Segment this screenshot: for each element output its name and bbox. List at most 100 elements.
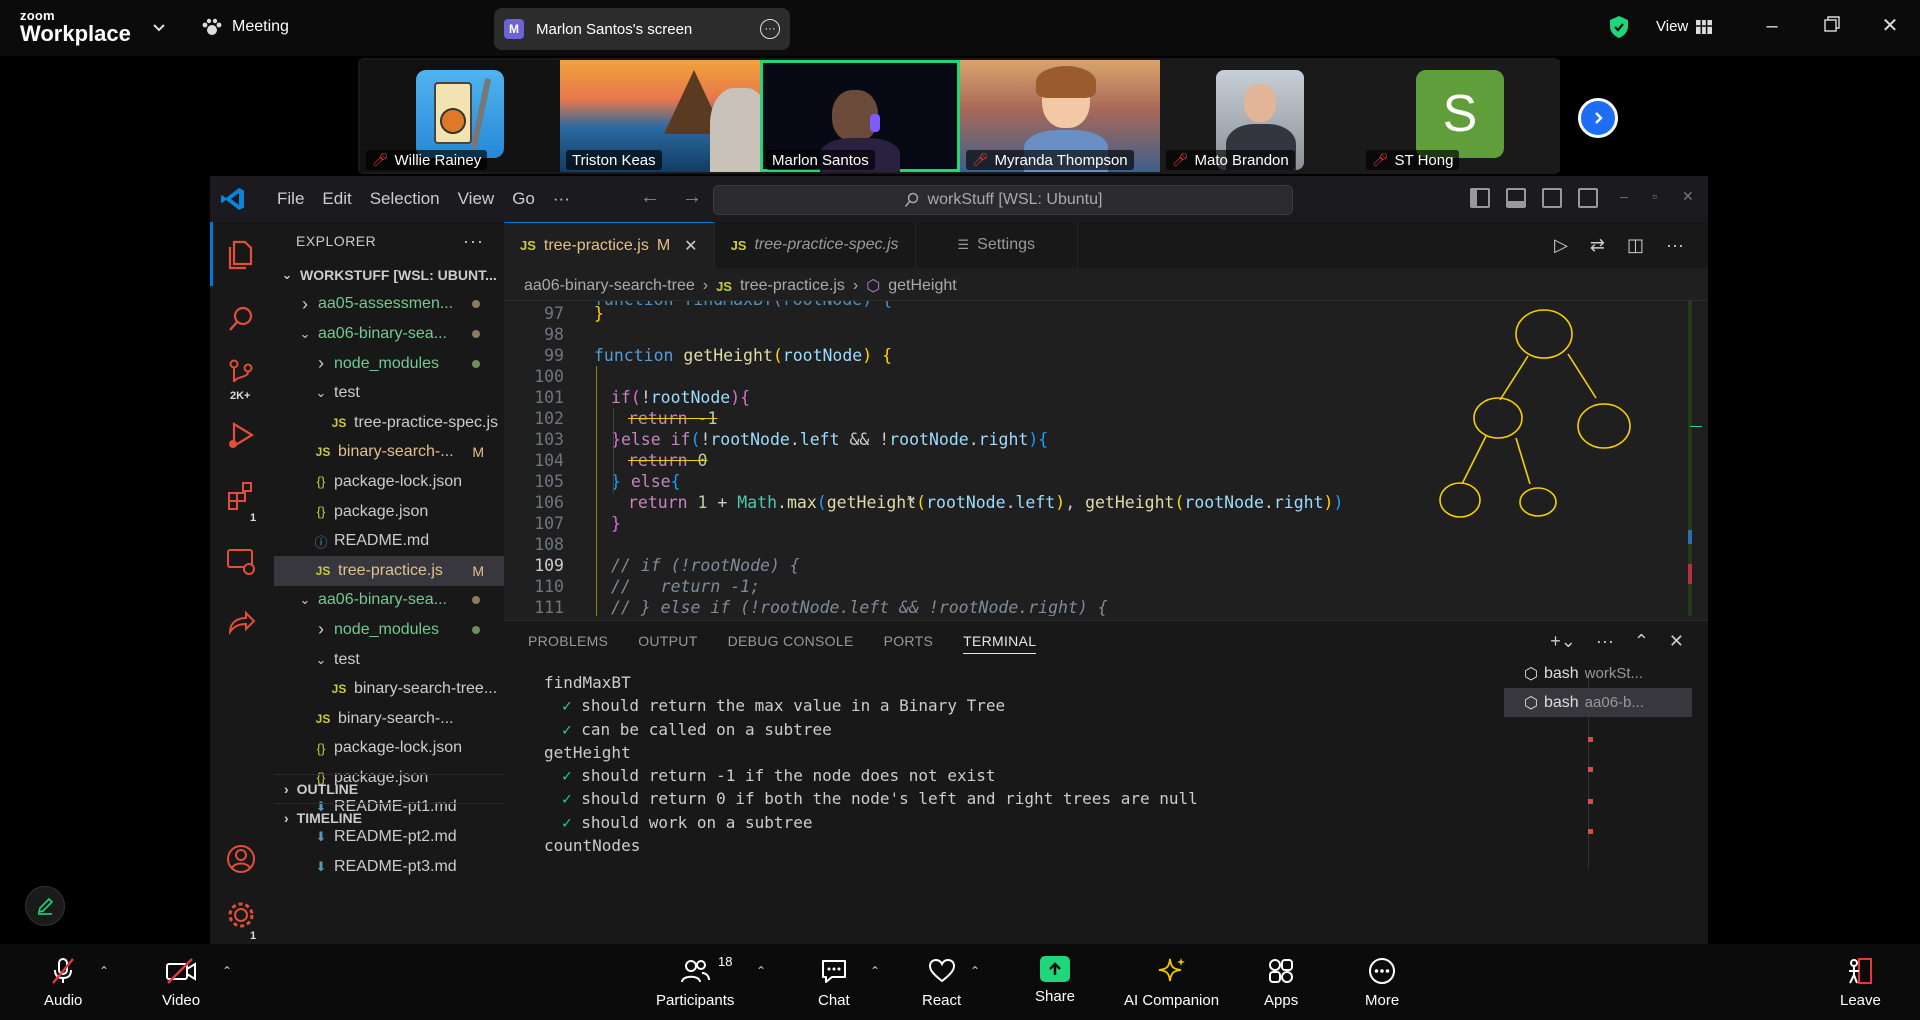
audio-button[interactable]: Audio <box>44 956 82 1009</box>
tab-output[interactable]: OUTPUT <box>638 633 697 654</box>
participant-tile[interactable]: 🎤︎ Myranda Thompson <box>960 60 1160 172</box>
forward-arrow-icon[interactable]: → <box>682 186 702 209</box>
minimize-icon[interactable]: – <box>1762 16 1782 36</box>
menu-edit[interactable]: Edit <box>313 189 360 209</box>
more-options-icon[interactable]: ··· <box>760 19 780 39</box>
code-editor[interactable]: function findMaxBT(rootNode) { 979899100… <box>504 300 1708 616</box>
terminal-output[interactable]: findMaxBT ✓ should return the max value i… <box>544 671 1198 857</box>
tab-terminal[interactable]: TERMINAL <box>963 633 1037 654</box>
apps-button[interactable]: Apps <box>1264 956 1298 1009</box>
vscode-minimize-icon[interactable]: – <box>1620 188 1628 204</box>
explorer-item[interactable]: ⌄ aa06-binary-sea... <box>274 319 504 349</box>
meeting-menu[interactable]: Meeting <box>202 18 289 36</box>
workspace-root[interactable]: ⌄ WORKSTUFF [WSL: UBUNT... <box>274 260 504 290</box>
explorer-item[interactable]: › node_modules <box>274 349 504 379</box>
breadcrumb-symbol[interactable]: getHeight <box>888 277 957 295</box>
explorer-item[interactable]: JS binary-search-... <box>274 704 504 734</box>
split-editor-icon[interactable]: ◫ <box>1627 235 1644 256</box>
panel-more-icon[interactable]: ··· <box>1596 631 1614 652</box>
explorer-item[interactable]: {} package-lock.json <box>274 467 504 497</box>
next-page-button[interactable] <box>1578 98 1618 138</box>
audio-options-caret[interactable]: ⌃ <box>99 964 109 978</box>
more-button[interactable]: More <box>1365 956 1399 1009</box>
explorer-more-icon[interactable]: ··· <box>463 231 484 252</box>
share-button[interactable]: Share <box>1035 956 1075 1005</box>
explorer-item[interactable]: ⓘ README.md <box>274 526 504 556</box>
restore-icon[interactable] <box>1822 16 1842 36</box>
video-button[interactable]: Video <box>162 956 200 1009</box>
timeline-section[interactable]: › TIMELINE <box>274 803 504 832</box>
vscode-maximize-icon[interactable]: ▫ <box>1652 188 1657 204</box>
more-actions-icon[interactable]: ··· <box>1666 235 1684 256</box>
participant-tile[interactable]: 🎤︎ Willie Rainey <box>360 60 560 172</box>
tab-ports[interactable]: PORTS <box>884 633 933 654</box>
run-debug-icon[interactable] <box>224 418 258 452</box>
remote-explorer-icon[interactable] <box>224 544 258 578</box>
extensions-icon[interactable] <box>224 478 258 512</box>
toggle-sidebar-icon[interactable] <box>1470 188 1490 208</box>
breadcrumb-file[interactable]: tree-practice.js <box>740 277 845 295</box>
annotate-pen-button[interactable] <box>25 886 65 926</box>
explorer-item[interactable]: › node_modules <box>274 615 504 645</box>
menu-file[interactable]: File <box>268 189 313 209</box>
explorer-item[interactable]: JS binary-search-tree... <box>274 674 504 704</box>
live-share-icon[interactable] <box>224 606 258 640</box>
breadcrumb-folder[interactable]: aa06-binary-search-tree <box>524 277 695 295</box>
tab-tree-practice-spec[interactable]: JS tree-practice-spec.js <box>715 222 916 268</box>
menu-go[interactable]: Go <box>503 189 544 209</box>
back-arrow-icon[interactable]: ← <box>640 186 660 209</box>
tab-tree-practice[interactable]: JS tree-practice.js M ✕ <box>504 222 715 268</box>
participants-options-caret[interactable]: ⌃ <box>756 964 766 978</box>
menu-more[interactable]: ··· <box>544 189 579 209</box>
view-button[interactable]: View <box>1656 18 1713 35</box>
source-control-icon[interactable] <box>224 356 258 390</box>
menu-selection[interactable]: Selection <box>361 189 449 209</box>
customize-layout-icon[interactable] <box>1578 188 1598 208</box>
new-terminal-icon[interactable]: +⌄ <box>1550 631 1576 652</box>
participant-tile-active[interactable]: Marlon Santos <box>760 60 960 172</box>
terminal-instance[interactable]: ⬡ bash aa06-b... <box>1504 688 1692 717</box>
maximize-panel-icon[interactable]: ⌃ <box>1634 631 1649 652</box>
outline-section[interactable]: › OUTLINE <box>274 774 504 803</box>
terminal-instance[interactable]: ⬡ bash workSt... <box>1504 659 1692 688</box>
participant-tile[interactable]: Triston Keas <box>560 60 760 172</box>
explorer-item[interactable]: {} package-lock.json <box>274 734 504 764</box>
run-icon[interactable]: ▷ <box>1554 235 1568 256</box>
explorer-item[interactable]: ⌄ aa06-binary-sea... <box>274 586 504 616</box>
explorer-icon[interactable] <box>224 238 258 272</box>
toggle-secondary-sidebar-icon[interactable] <box>1542 188 1562 208</box>
vscode-close-icon[interactable]: ✕ <box>1682 188 1694 205</box>
explorer-item[interactable]: ⬇ README-pt3.md <box>274 852 504 882</box>
explorer-item[interactable]: {} package.json <box>274 497 504 527</box>
explorer-item[interactable]: ⌄ test <box>274 378 504 408</box>
explorer-item[interactable]: JS tree-practice-spec.js <box>274 408 504 438</box>
tab-settings[interactable]: ☰ Settings <box>916 222 1078 268</box>
explorer-item[interactable]: JS binary-search-... M <box>274 438 504 468</box>
video-options-caret[interactable]: ⌃ <box>222 964 232 978</box>
toggle-panel-icon[interactable] <box>1506 188 1526 208</box>
account-icon[interactable] <box>224 842 258 876</box>
tab-problems[interactable]: PROBLEMS <box>528 633 608 654</box>
chevron-down-icon[interactable] <box>150 18 168 36</box>
participant-tile[interactable]: S 🎤︎ ST Hong <box>1360 60 1560 172</box>
compare-changes-icon[interactable]: ⇄ <box>1590 235 1605 256</box>
shield-check-icon[interactable] <box>1608 15 1630 39</box>
leave-button[interactable]: Leave <box>1840 956 1881 1009</box>
close-tab-icon[interactable]: ✕ <box>684 236 697 256</box>
explorer-item[interactable]: JS tree-practice.js M <box>274 555 504 586</box>
react-button[interactable]: React <box>922 956 961 1009</box>
explorer-item[interactable]: › aa05-assessmen... <box>274 290 504 320</box>
close-panel-icon[interactable]: ✕ <box>1669 631 1684 652</box>
settings-gear-icon[interactable] <box>224 898 258 932</box>
menu-view[interactable]: View <box>449 189 504 209</box>
screen-share-pill[interactable]: M Marlon Santos's screen ··· <box>494 8 790 50</box>
explorer-item[interactable]: ⌄ test <box>274 645 504 675</box>
chat-button[interactable]: Chat <box>818 956 850 1009</box>
ai-companion-button[interactable]: AI Companion <box>1124 956 1219 1009</box>
react-options-caret[interactable]: ⌃ <box>970 964 980 978</box>
close-icon[interactable]: ✕ <box>1880 16 1900 36</box>
participant-tile[interactable]: 🎤︎ Mato Brandon <box>1160 60 1360 172</box>
tab-debug-console[interactable]: DEBUG CONSOLE <box>728 633 854 654</box>
search-icon[interactable] <box>224 302 258 336</box>
chat-options-caret[interactable]: ⌃ <box>870 964 880 978</box>
